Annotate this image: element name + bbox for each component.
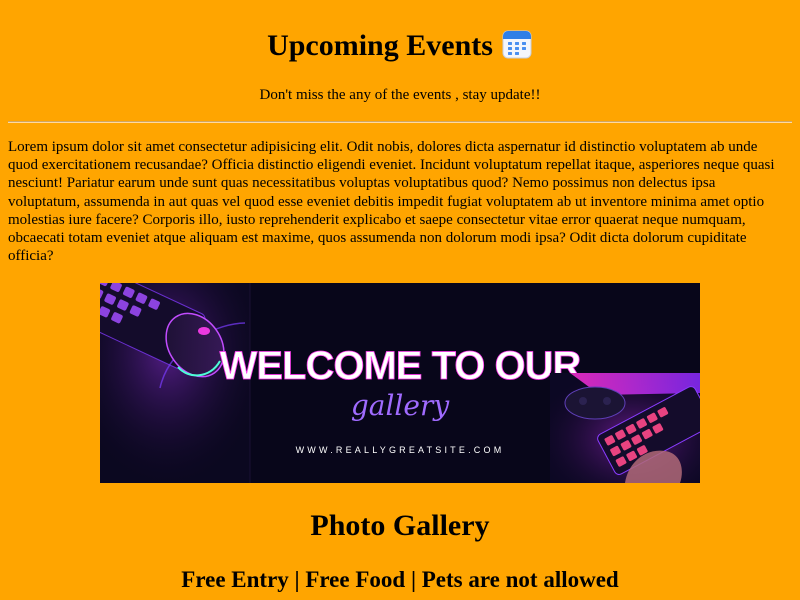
event-info-line: Free Entry | Free Food | Pets are not al… bbox=[181, 567, 619, 592]
title-row: Upcoming Events bbox=[0, 26, 800, 66]
banner-script-text: gallery bbox=[351, 389, 450, 422]
page-subtitle: Don't miss the any of the events , stay … bbox=[259, 87, 541, 103]
intro-paragraph: Lorem ipsum dolor sit amet consectetur a… bbox=[8, 139, 775, 265]
calendar-icon bbox=[501, 28, 533, 60]
page: Upcoming Events Don't miss the any of th… bbox=[0, 0, 800, 600]
keyboard-controller-photo-right bbox=[550, 373, 700, 483]
banner-headline: WELCOME TO OUR bbox=[220, 344, 582, 388]
divider bbox=[8, 121, 792, 123]
banner-website: WWW.REALLYGREATSITE.COM bbox=[296, 445, 505, 455]
gallery-heading: Photo Gallery bbox=[310, 509, 490, 542]
page-title: Upcoming Events bbox=[267, 29, 493, 62]
gallery-banner-image: WELCOME TO OUR gallery WWW.REALLYGREATSI… bbox=[100, 283, 700, 483]
